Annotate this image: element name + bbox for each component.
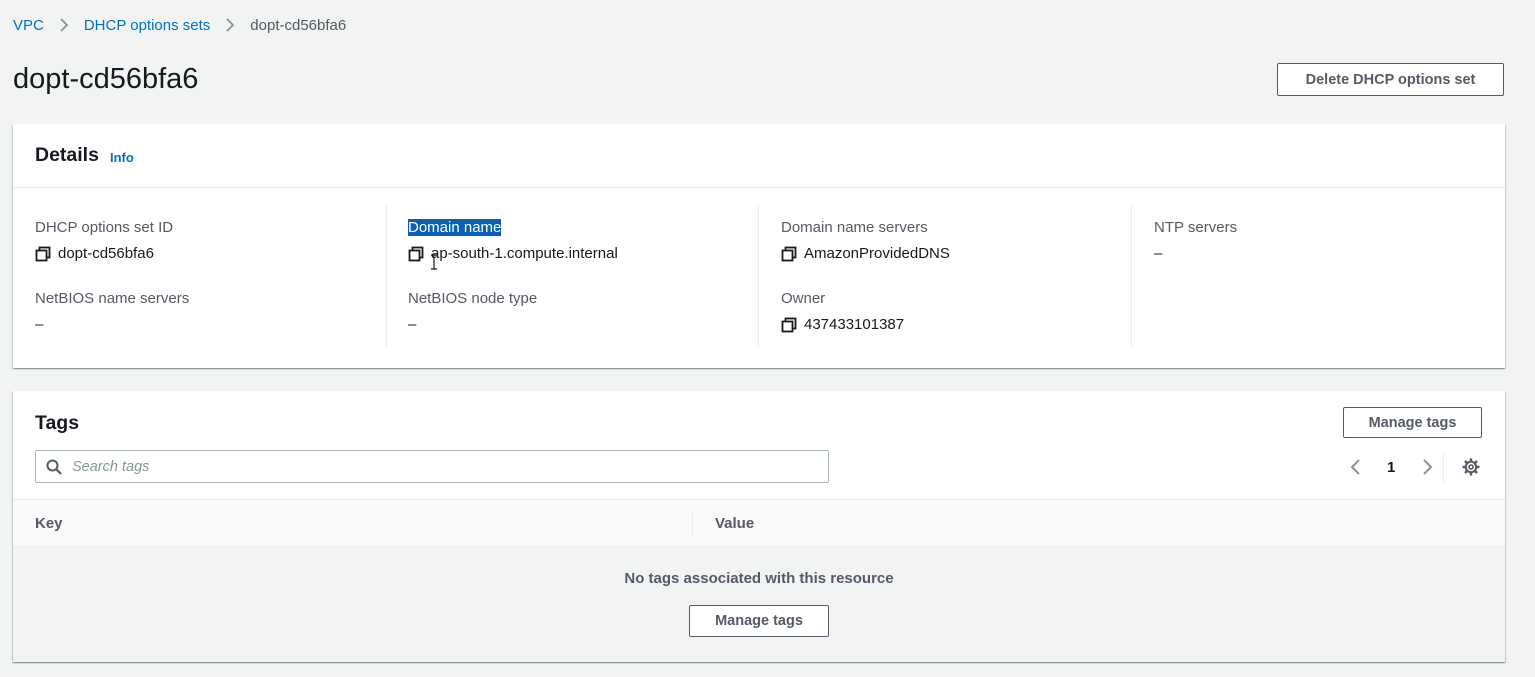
search-icon bbox=[46, 459, 62, 475]
manage-tags-empty-button[interactable]: Manage tags bbox=[689, 605, 829, 637]
pagination: 1 bbox=[1346, 454, 1437, 480]
text-cursor-icon bbox=[431, 254, 437, 270]
details-title: Details bbox=[35, 144, 99, 166]
info-link[interactable]: Info bbox=[110, 150, 134, 165]
search-tags-input[interactable] bbox=[72, 458, 812, 475]
chevron-right-icon[interactable] bbox=[1417, 457, 1437, 477]
dhcp-id-value: dopt-cd56bfa6 bbox=[35, 245, 154, 262]
domain-name-label-selected: Domain name bbox=[408, 219, 502, 236]
chevron-right-icon bbox=[223, 18, 237, 32]
netbios-node-label: NetBIOS node type bbox=[408, 290, 538, 307]
dhcp-id-text: dopt-cd56bfa6 bbox=[58, 245, 154, 262]
netbios-node-value: – bbox=[408, 316, 417, 333]
tags-table-empty: No tags associated with this resource Ma… bbox=[13, 547, 1505, 662]
page-number[interactable]: 1 bbox=[1387, 459, 1395, 476]
pager-divider bbox=[1443, 452, 1444, 482]
tags-panel: Tags Manage tags 1 Key V bbox=[13, 391, 1505, 662]
breadcrumb-dhcp-options-sets[interactable]: DHCP options sets bbox=[84, 17, 210, 34]
manage-tags-button[interactable]: Manage tags bbox=[1343, 407, 1482, 438]
owner-label: Owner bbox=[781, 290, 826, 307]
domain-name-label: Domain name bbox=[408, 219, 502, 236]
empty-state-text: No tags associated with this resource bbox=[624, 570, 894, 587]
copy-icon[interactable] bbox=[408, 246, 424, 262]
chevron-left-icon[interactable] bbox=[1346, 457, 1366, 477]
owner-text: 437433101387 bbox=[804, 316, 905, 333]
dns-servers-label: Domain name servers bbox=[781, 219, 928, 236]
delete-dhcp-options-set-button[interactable]: Delete DHCP options set bbox=[1277, 63, 1504, 96]
search-tags-box[interactable] bbox=[35, 450, 829, 483]
column-header-value[interactable]: Value bbox=[715, 515, 754, 532]
domain-name-value: ap-south-1.compute.internal bbox=[408, 245, 618, 262]
column-divider bbox=[1131, 205, 1132, 347]
dhcp-id-label: DHCP options set ID bbox=[35, 219, 174, 236]
tags-table-header: Key Value bbox=[13, 499, 1505, 547]
dns-servers-text: AmazonProvidedDNS bbox=[804, 245, 950, 262]
breadcrumb-vpc[interactable]: VPC bbox=[13, 17, 44, 34]
domain-name-text: ap-south-1.compute.internal bbox=[431, 245, 618, 262]
details-column-4: NTP servers – bbox=[1154, 205, 1484, 347]
details-column-2: Domain name ap-south-1.compute.internal … bbox=[408, 205, 758, 347]
gear-icon[interactable] bbox=[1461, 457, 1481, 477]
breadcrumb: VPC DHCP options sets dopt-cd56bfa6 bbox=[13, 15, 346, 35]
owner-value: 437433101387 bbox=[781, 316, 904, 333]
page-title: dopt-cd56bfa6 bbox=[13, 63, 199, 95]
column-header-key[interactable]: Key bbox=[35, 515, 63, 532]
ntp-servers-value: – bbox=[1154, 245, 1163, 262]
details-grid: DHCP options set ID dopt-cd56bfa6 NetBIO… bbox=[13, 205, 1505, 347]
chevron-right-icon bbox=[57, 18, 71, 32]
details-header: Details Info bbox=[13, 124, 1505, 188]
ntp-servers-label: NTP servers bbox=[1154, 219, 1238, 236]
column-divider bbox=[692, 512, 693, 536]
dns-servers-value: AmazonProvidedDNS bbox=[781, 245, 950, 262]
details-panel: Details Info DHCP options set ID dopt-cd… bbox=[13, 124, 1505, 368]
copy-icon[interactable] bbox=[35, 246, 51, 262]
column-divider bbox=[386, 205, 387, 347]
column-divider bbox=[758, 205, 759, 347]
details-column-3: Domain name servers AmazonProvidedDNS Ow… bbox=[781, 205, 1131, 347]
netbios-servers-label: NetBIOS name servers bbox=[35, 290, 190, 307]
breadcrumb-current: dopt-cd56bfa6 bbox=[250, 16, 347, 34]
copy-icon[interactable] bbox=[781, 246, 797, 262]
netbios-servers-value: – bbox=[35, 316, 44, 333]
copy-icon[interactable] bbox=[781, 317, 797, 333]
details-column-1: DHCP options set ID dopt-cd56bfa6 NetBIO… bbox=[35, 205, 385, 347]
tags-title: Tags bbox=[35, 412, 80, 434]
